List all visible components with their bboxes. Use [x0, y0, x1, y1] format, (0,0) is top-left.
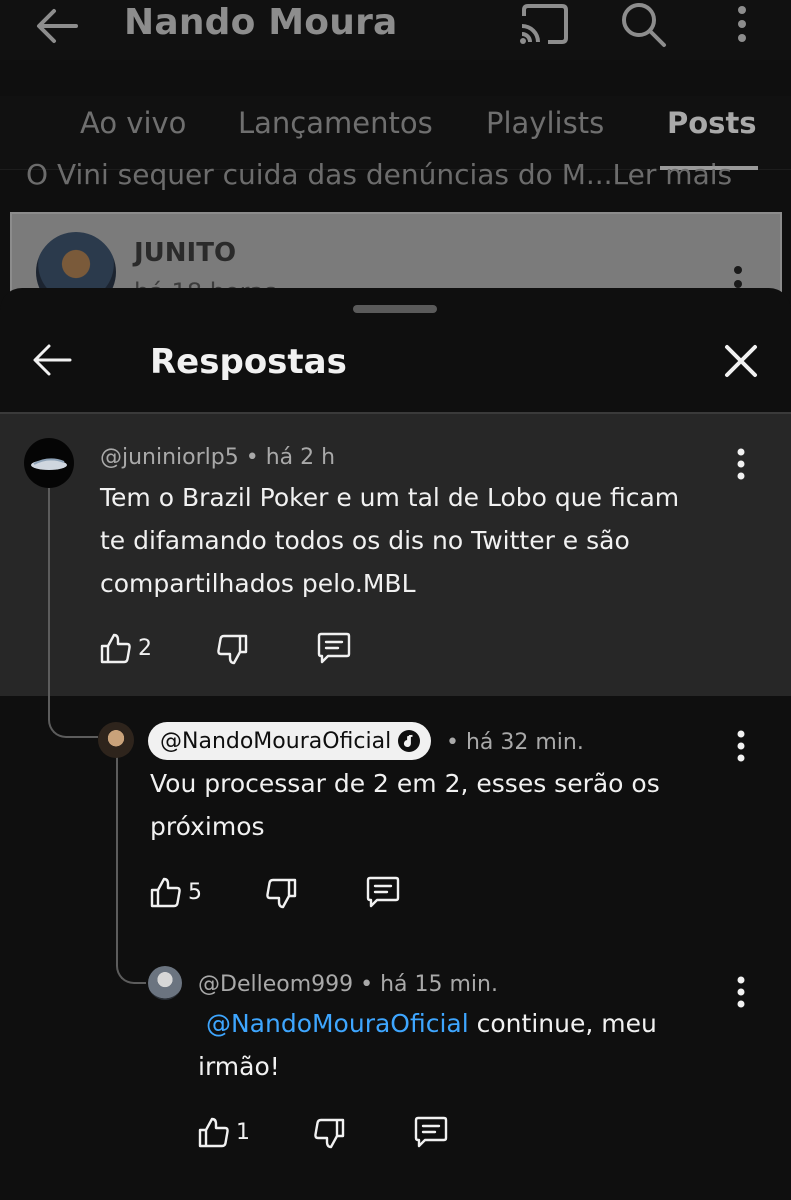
comment-meta: @juniniorlp5 • há 2 h	[100, 445, 335, 470]
more-options-icon[interactable]	[733, 728, 749, 764]
creator-handle-chip[interactable]: @NandoMouraOficial	[148, 722, 432, 760]
tab-playlists[interactable]: Playlists	[486, 106, 604, 140]
thumbs-down-icon[interactable]	[313, 1118, 345, 1150]
avatar[interactable]	[24, 438, 74, 488]
comment-text: Vou processar de 2 em 2, esses serão os …	[150, 762, 730, 848]
back-arrow-icon[interactable]	[32, 6, 80, 46]
comment-text-line: Vou processar de 2 em 2, esses serão os	[150, 769, 660, 798]
more-options-icon[interactable]	[730, 2, 754, 46]
comment-text-line: irmão!	[198, 1052, 280, 1081]
drag-handle[interactable]	[353, 305, 437, 313]
reply-icon[interactable]	[413, 1116, 449, 1150]
comment-time: • há 2 h	[245, 445, 336, 470]
tab-posts[interactable]: Posts	[667, 106, 757, 140]
mention-link[interactable]: @NandoMouraOficial	[206, 1009, 469, 1038]
thumbs-up-icon	[150, 877, 181, 908]
comment-text-line: compartilhados pelo.MBL	[100, 569, 416, 598]
like-button[interactable]: 2	[100, 632, 152, 664]
back-arrow-icon[interactable]	[28, 340, 74, 380]
replies-sheet: Respostas @juniniorlp5 • há 2 h Tem o Br…	[0, 288, 791, 1200]
comment-text-line: te difamando todos os dis no Twitter e s…	[100, 526, 630, 555]
comment-author: @NandoMouraOficial	[160, 728, 392, 754]
comment-text-line: próximos	[150, 812, 265, 841]
avatar[interactable]	[98, 722, 134, 758]
reply-icon[interactable]	[316, 632, 352, 666]
music-note-badge-icon	[398, 730, 421, 752]
comment-text: @NandoMouraOficial continue, meu irmão!	[198, 1002, 738, 1088]
thread-line	[116, 750, 146, 984]
like-count: 5	[188, 879, 202, 905]
tab-ao-vivo[interactable]: Ao vivo	[80, 106, 186, 140]
cast-icon[interactable]	[518, 2, 570, 46]
search-icon[interactable]	[618, 0, 668, 48]
comment-meta: @Delleom999 • há 15 min.	[198, 972, 498, 997]
comment-author[interactable]: @juniniorlp5	[100, 445, 239, 470]
post-author: JUNITO	[134, 238, 237, 268]
like-button[interactable]: 5	[150, 876, 202, 908]
thread-line	[48, 478, 98, 738]
comment-text: Tem o Brazil Poker e um tal de Lobo que …	[100, 476, 740, 605]
thumbs-up-icon	[198, 1117, 229, 1148]
comment-text-rest: continue, meu	[468, 1009, 657, 1038]
sheet-title: Respostas	[150, 342, 347, 382]
like-count: 2	[138, 635, 152, 661]
post-snippet: O Vini sequer cuida das denúncias do M..…	[26, 158, 733, 191]
thumbs-up-icon	[100, 633, 131, 664]
avatar-image	[31, 458, 67, 470]
comment-time: • há 15 min.	[360, 972, 498, 997]
like-button[interactable]: 1	[198, 1116, 250, 1148]
channel-title: Nando Moura	[124, 2, 398, 43]
reply-icon[interactable]	[365, 876, 401, 910]
like-count: 1	[236, 1119, 250, 1145]
avatar[interactable]	[148, 966, 182, 1000]
app-bar: Nando Moura	[0, 0, 791, 60]
comment-text-line: Tem o Brazil Poker e um tal de Lobo que …	[100, 483, 680, 512]
comment-text-line: @NandoMouraOficial continue, meu	[198, 1002, 738, 1045]
comment-author[interactable]: @Delleom999	[198, 972, 353, 997]
comment-time: • há 32 min.	[446, 730, 584, 755]
tab-lancamentos[interactable]: Lançamentos	[238, 106, 433, 140]
thumbs-down-icon[interactable]	[265, 878, 297, 910]
close-icon[interactable]	[722, 342, 760, 380]
thumbs-down-icon[interactable]	[216, 634, 248, 666]
